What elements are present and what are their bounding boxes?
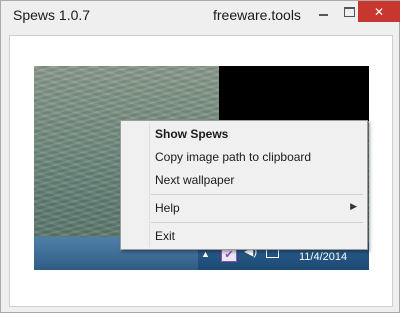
menu-item-label: Copy image path to clipboard — [155, 150, 312, 164]
site-watermark: freeware.tools — [213, 7, 301, 23]
menu-separator — [151, 222, 363, 223]
submenu-arrow-icon: ▶ — [350, 201, 357, 211]
menu-item-help[interactable]: Help ▶ — [121, 198, 367, 220]
maximize-icon — [343, 6, 355, 17]
title-bar[interactable]: Spews 1.0.7 freeware.tools ✕ — [1, 1, 400, 31]
tray-up-arrow-icon[interactable]: ▲ — [201, 249, 210, 259]
menu-item-label: Show Spews — [155, 127, 229, 141]
menu-item-exit[interactable]: Exit — [121, 226, 367, 248]
menu-item-label: Help — [155, 201, 180, 215]
tray-clock[interactable]: 11/4/2014 — [299, 251, 347, 263]
menu-separator — [151, 194, 363, 195]
tray-context-menu: Show Spews Copy image path to clipboard … — [120, 120, 368, 250]
menu-item-label: Exit — [155, 229, 176, 243]
minimize-button[interactable] — [310, 1, 336, 22]
close-button[interactable]: ✕ — [358, 1, 400, 22]
menu-item-copy-image-path[interactable]: Copy image path to clipboard — [121, 147, 367, 169]
minimize-icon — [318, 13, 328, 16]
window-title: Spews 1.0.7 — [13, 7, 91, 23]
black-panel — [219, 66, 369, 121]
close-icon: ✕ — [373, 4, 385, 19]
menu-item-label: Next wallpaper — [155, 173, 235, 187]
menu-item-next-wallpaper[interactable]: Next wallpaper — [121, 170, 367, 192]
spews-window: Spews 1.0.7 freeware.tools ✕ ▲ ✔ ◀) 11/4… — [0, 0, 400, 313]
menu-item-show-spews[interactable]: Show Spews — [121, 124, 367, 146]
